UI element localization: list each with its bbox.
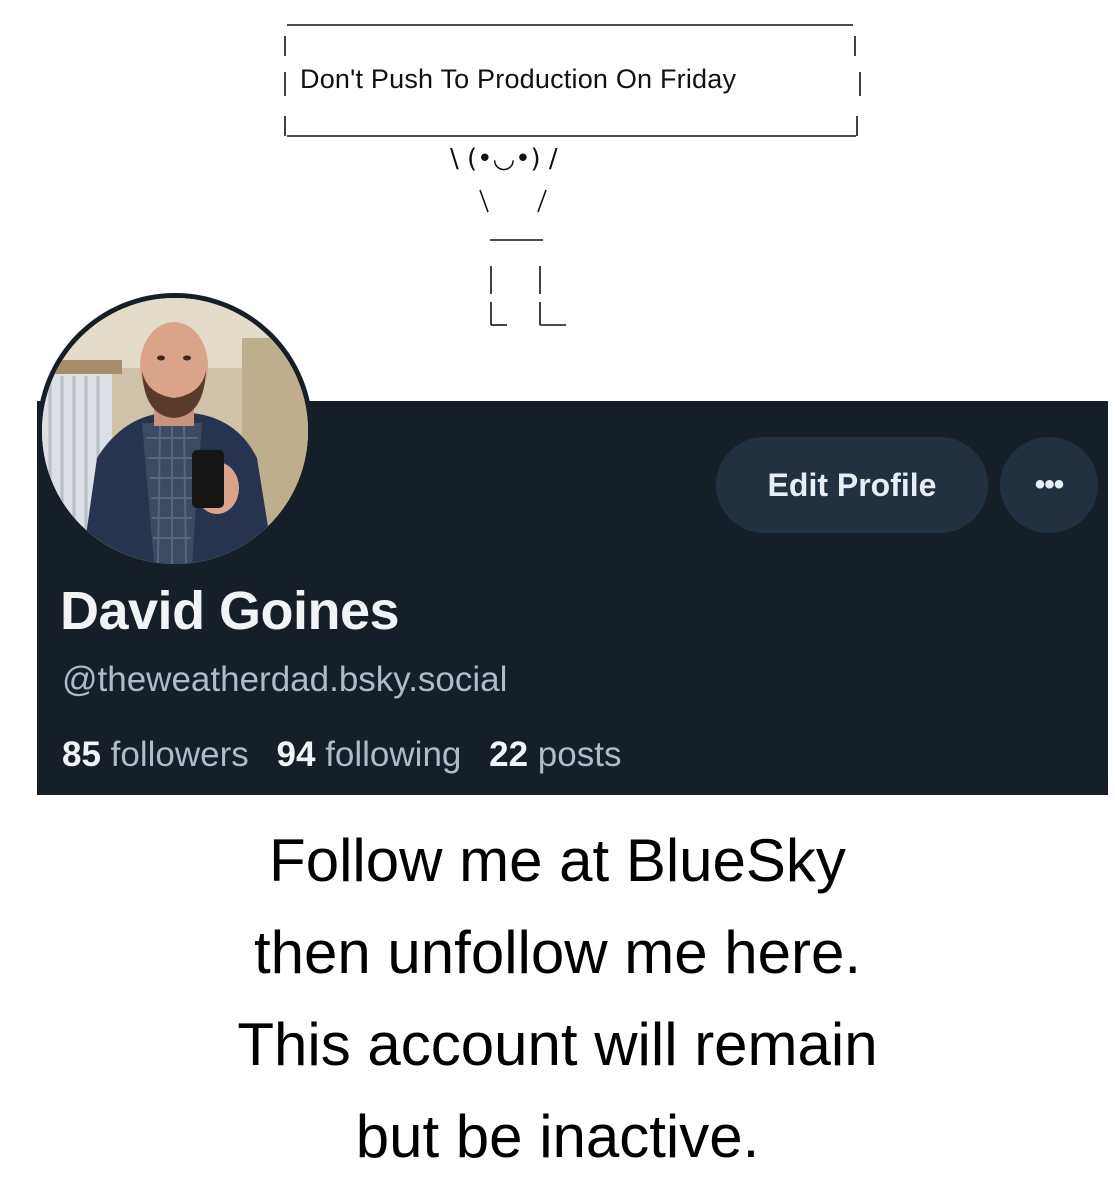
followers-stat[interactable]: 85 followers [62,735,249,774]
ellipsis-icon: ••• [1034,468,1064,501]
ascii-face: \ (•◡•) / [450,144,558,174]
profile-stats: 85 followers 94 following 22 posts [62,735,621,775]
following-stat[interactable]: 94 following [277,735,462,774]
following-label: following [325,735,462,774]
message-line-4: but be inactive. [355,1103,760,1170]
message-line-3: This account will remain [237,1011,878,1078]
display-name: David Goines [60,581,400,641]
avatar[interactable] [37,293,313,569]
edit-profile-button[interactable]: Edit Profile [716,437,988,533]
posts-label: posts [537,735,622,774]
following-count: 94 [276,735,316,774]
message-line-2: then unfollow me here. [253,919,862,986]
message-line-1: Follow me at BlueSky [269,827,846,894]
followers-count: 85 [62,735,101,774]
sign-text: Don't Push To Production On Friday [300,64,737,94]
more-options-button[interactable]: ••• [1000,437,1098,533]
posts-stat: 22 posts [489,735,621,774]
posts-count: 22 [489,735,529,774]
followers-label: followers [110,735,249,774]
profile-handle: @theweatherdad.bsky.social [62,660,508,699]
announcement-message: Follow me at BlueSky then unfollow me he… [0,815,1115,1183]
avatar-photo [42,298,308,564]
